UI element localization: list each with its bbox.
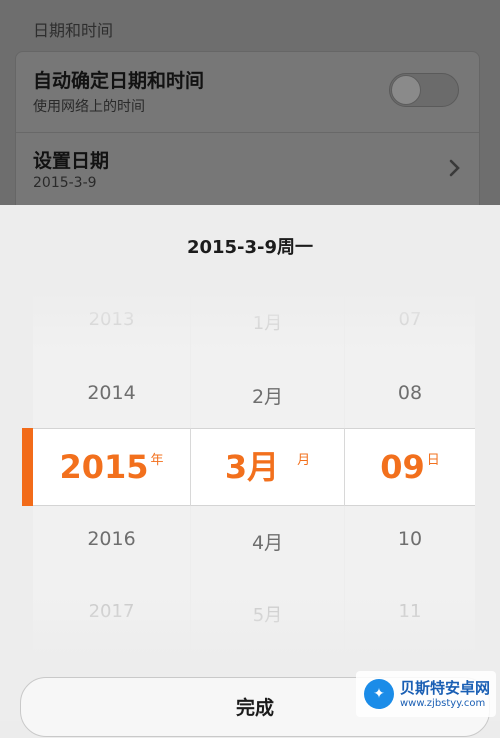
year-unit: 年 [150,453,164,468]
watermark-logo-icon: ✦ [364,679,394,709]
set-date-title: 设置日期 [33,150,110,172]
month-unit: 月 [297,453,311,468]
month-option[interactable]: 1月 [191,309,344,335]
date-wheel-area: 2013 2014 2016 2017 1月 2月 4月 5月 07 08 10… [0,291,500,656]
selection-accent-bar [22,428,33,506]
set-date-subtitle: 2015-3-9 [33,175,97,191]
picker-title: 2015-3-9周一 [186,237,314,258]
auto-date-time-title: 自动确定日期和时间 [33,70,205,92]
day-option[interactable]: 11 [345,601,475,622]
year-option[interactable]: 2017 [33,601,190,622]
auto-date-time-toggle[interactable] [389,73,459,107]
date-picker-sheet: 2015-3-9周一 2013 2014 2016 2017 1月 2月 4月 … [0,205,500,737]
day-option[interactable]: 07 [345,309,475,330]
selected-month[interactable]: 3月 月 [191,431,344,503]
year-option[interactable]: 2013 [33,309,190,330]
watermark-title: 贝斯特安卓网 [400,679,491,697]
month-option[interactable]: 5月 [191,601,344,627]
selected-year[interactable]: 2015 年 [33,431,190,503]
day-unit: 日 [426,453,440,468]
selected-year-value: 2015 [59,448,149,486]
selected-day[interactable]: 09 日 [345,431,475,503]
chevron-right-icon [449,159,460,177]
auto-date-time-subtitle: 使用网络上的时间 [33,99,145,115]
watermark-url: www.zjbstyy.com [400,698,486,709]
settings-background: 日期和时间 自动确定日期和时间 使用网络上的时间 设置日期 2015-3-9 [0,0,500,205]
section-header: 日期和时间 [33,21,114,40]
selected-day-value: 09 [380,448,425,486]
selected-month-value: 3月 [224,448,280,486]
day-option[interactable]: 10 [345,528,475,550]
month-option[interactable]: 4月 [191,528,344,555]
toggle-knob [391,75,421,105]
month-option[interactable]: 2月 [191,382,344,409]
day-option[interactable]: 08 [345,382,475,404]
year-option[interactable]: 2016 [33,528,190,550]
watermark: ✦ 贝斯特安卓网 www.zjbstyy.com [356,671,496,717]
year-option[interactable]: 2014 [33,382,190,404]
